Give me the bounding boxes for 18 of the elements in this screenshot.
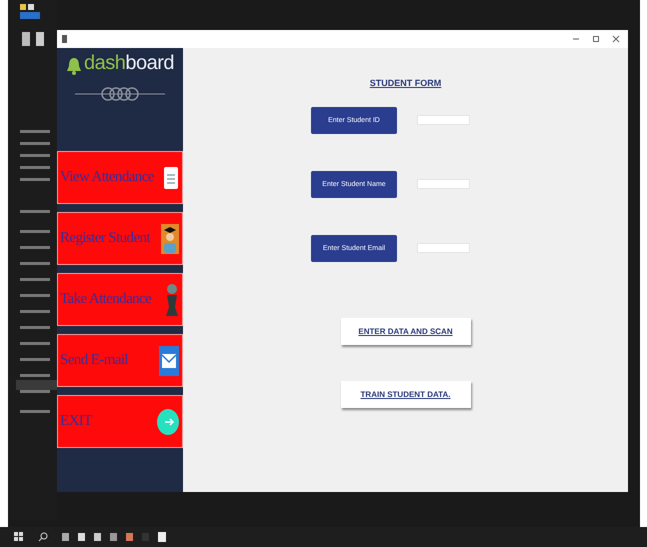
mail-icon bbox=[159, 346, 179, 376]
search-icon[interactable] bbox=[38, 532, 48, 542]
start-icon[interactable] bbox=[14, 532, 24, 542]
input-field[interactable] bbox=[417, 243, 470, 253]
input-field[interactable] bbox=[417, 115, 470, 125]
person-icon bbox=[165, 282, 179, 316]
bell-icon bbox=[66, 57, 82, 75]
document-icon bbox=[163, 166, 179, 190]
action-button[interactable]: TRAIN STUDENT DATA. bbox=[340, 381, 470, 408]
student-icon bbox=[161, 224, 179, 254]
action-button[interactable]: ENTER DATA AND SCAN bbox=[340, 318, 470, 345]
exit-icon bbox=[157, 408, 179, 434]
form-title: STUDENT FORM bbox=[370, 78, 442, 88]
input-field[interactable] bbox=[417, 179, 470, 189]
close-icon[interactable] bbox=[612, 35, 620, 43]
maximize-icon[interactable] bbox=[592, 35, 600, 43]
app-icon bbox=[61, 34, 69, 44]
logo-text: dashboard bbox=[84, 52, 174, 75]
